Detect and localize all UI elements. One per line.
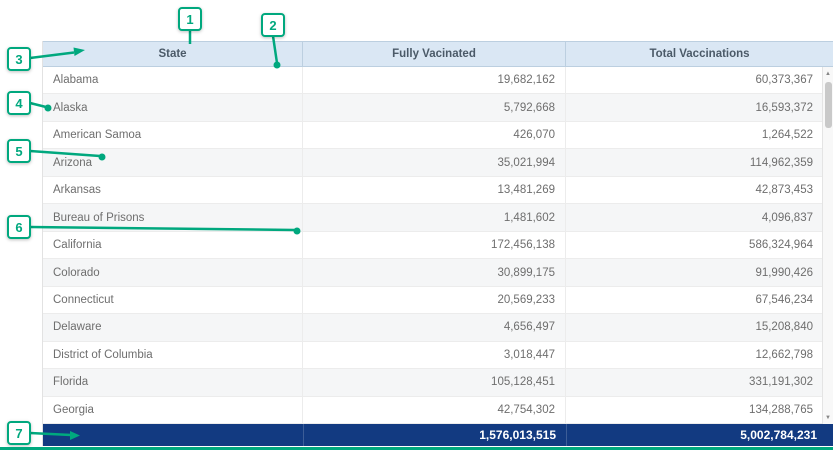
vertical-scrollbar[interactable]: ▲ ▼ [822, 67, 833, 424]
total-vaccinations-cell: 16,593,372 [566, 94, 833, 120]
summary-row: 1,576,013,515 5,002,784,231 [43, 424, 833, 446]
fully-vaccinated-cell: 19,682,162 [303, 67, 566, 93]
table-row[interactable]: Alaska 5,792,668 16,593,372 [43, 94, 833, 121]
summary-state-cell [43, 424, 303, 446]
fully-vaccinated-cell: 42,754,302 [303, 397, 566, 423]
total-vaccinations-cell: 4,096,837 [566, 204, 833, 230]
table-row[interactable]: American Samoa 426,070 1,264,522 [43, 122, 833, 149]
total-vaccinations-cell: 114,962,359 [566, 149, 833, 175]
fully-vaccinated-cell: 13,481,269 [303, 177, 566, 203]
total-vaccinations-cell: 15,208,840 [566, 314, 833, 340]
annotation-bottom-border [0, 447, 833, 450]
fully-vaccinated-cell: 1,481,602 [303, 204, 566, 230]
table-row[interactable]: Arizona 35,021,994 114,962,359 [43, 149, 833, 176]
scrollbar-thumb[interactable] [825, 82, 832, 128]
table-body: Alabama 19,682,162 60,373,367 Alaska 5,7… [43, 67, 833, 424]
table-row[interactable]: Connecticut 20,569,233 67,546,234 [43, 287, 833, 314]
state-cell: Arkansas [43, 177, 303, 203]
state-cell: Colorado [43, 259, 303, 285]
state-cell: American Samoa [43, 122, 303, 148]
state-cell: Arizona [43, 149, 303, 175]
state-cell: Alaska [43, 94, 303, 120]
scrollbar-track[interactable] [823, 80, 833, 411]
annotation-marker-1: 1 [178, 7, 202, 31]
annotation-marker-6: 6 [7, 215, 31, 239]
column-header-fully-vaccinated[interactable]: Fully Vacinated [303, 42, 566, 66]
table-row[interactable]: District of Columbia 3,018,447 12,662,79… [43, 342, 833, 369]
fully-vaccinated-cell: 20,569,233 [303, 287, 566, 313]
table-row[interactable]: Alabama 19,682,162 60,373,367 [43, 67, 833, 94]
fully-vaccinated-cell: 4,656,497 [303, 314, 566, 340]
annotation-marker-4: 4 [7, 91, 31, 115]
fully-vaccinated-cell: 426,070 [303, 122, 566, 148]
state-cell: California [43, 232, 303, 258]
fully-vaccinated-cell: 35,021,994 [303, 149, 566, 175]
fully-vaccinated-cell: 105,128,451 [303, 369, 566, 395]
summary-total-vaccinations: 5,002,784,231 [566, 424, 833, 446]
fully-vaccinated-cell: 172,456,138 [303, 232, 566, 258]
table-row[interactable]: Arkansas 13,481,269 42,873,453 [43, 177, 833, 204]
state-cell: Georgia [43, 397, 303, 423]
table-row[interactable]: Delaware 4,656,497 15,208,840 [43, 314, 833, 341]
fully-vaccinated-cell: 5,792,668 [303, 94, 566, 120]
scroll-up-arrow-icon[interactable]: ▲ [823, 67, 833, 80]
state-cell: Connecticut [43, 287, 303, 313]
column-header-total-vaccinations[interactable]: Total Vaccinations [566, 42, 833, 66]
annotation-marker-7: 7 [7, 421, 31, 445]
total-vaccinations-cell: 91,990,426 [566, 259, 833, 285]
fully-vaccinated-cell: 3,018,447 [303, 342, 566, 368]
table-row[interactable]: Florida 105,128,451 331,191,302 [43, 369, 833, 396]
state-cell: Alabama [43, 67, 303, 93]
annotation-marker-3: 3 [7, 47, 31, 71]
total-vaccinations-cell: 60,373,367 [566, 67, 833, 93]
total-vaccinations-cell: 1,264,522 [566, 122, 833, 148]
total-vaccinations-cell: 331,191,302 [566, 369, 833, 395]
table-row[interactable]: Colorado 30,899,175 91,990,426 [43, 259, 833, 286]
state-cell: Florida [43, 369, 303, 395]
total-vaccinations-cell: 134,288,765 [566, 397, 833, 423]
total-vaccinations-cell: 67,546,234 [566, 287, 833, 313]
state-cell: District of Columbia [43, 342, 303, 368]
scroll-down-arrow-icon[interactable]: ▼ [823, 411, 833, 424]
vaccination-table: State Fully Vacinated Total Vaccinations… [42, 41, 833, 446]
table-row[interactable]: Bureau of Prisons 1,481,602 4,096,837 [43, 204, 833, 231]
annotation-marker-2: 2 [261, 13, 285, 37]
table-row[interactable]: Georgia 42,754,302 134,288,765 [43, 397, 833, 424]
fully-vaccinated-cell: 30,899,175 [303, 259, 566, 285]
page: State Fully Vacinated Total Vaccinations… [0, 0, 833, 453]
state-cell: Delaware [43, 314, 303, 340]
state-cell: Bureau of Prisons [43, 204, 303, 230]
summary-fully-vaccinated: 1,576,013,515 [303, 424, 566, 446]
annotation-marker-5: 5 [7, 139, 31, 163]
table-header-row: State Fully Vacinated Total Vaccinations [43, 41, 833, 67]
column-header-state[interactable]: State [43, 42, 303, 66]
total-vaccinations-cell: 12,662,798 [566, 342, 833, 368]
total-vaccinations-cell: 586,324,964 [566, 232, 833, 258]
total-vaccinations-cell: 42,873,453 [566, 177, 833, 203]
table-row[interactable]: California 172,456,138 586,324,964 [43, 232, 833, 259]
